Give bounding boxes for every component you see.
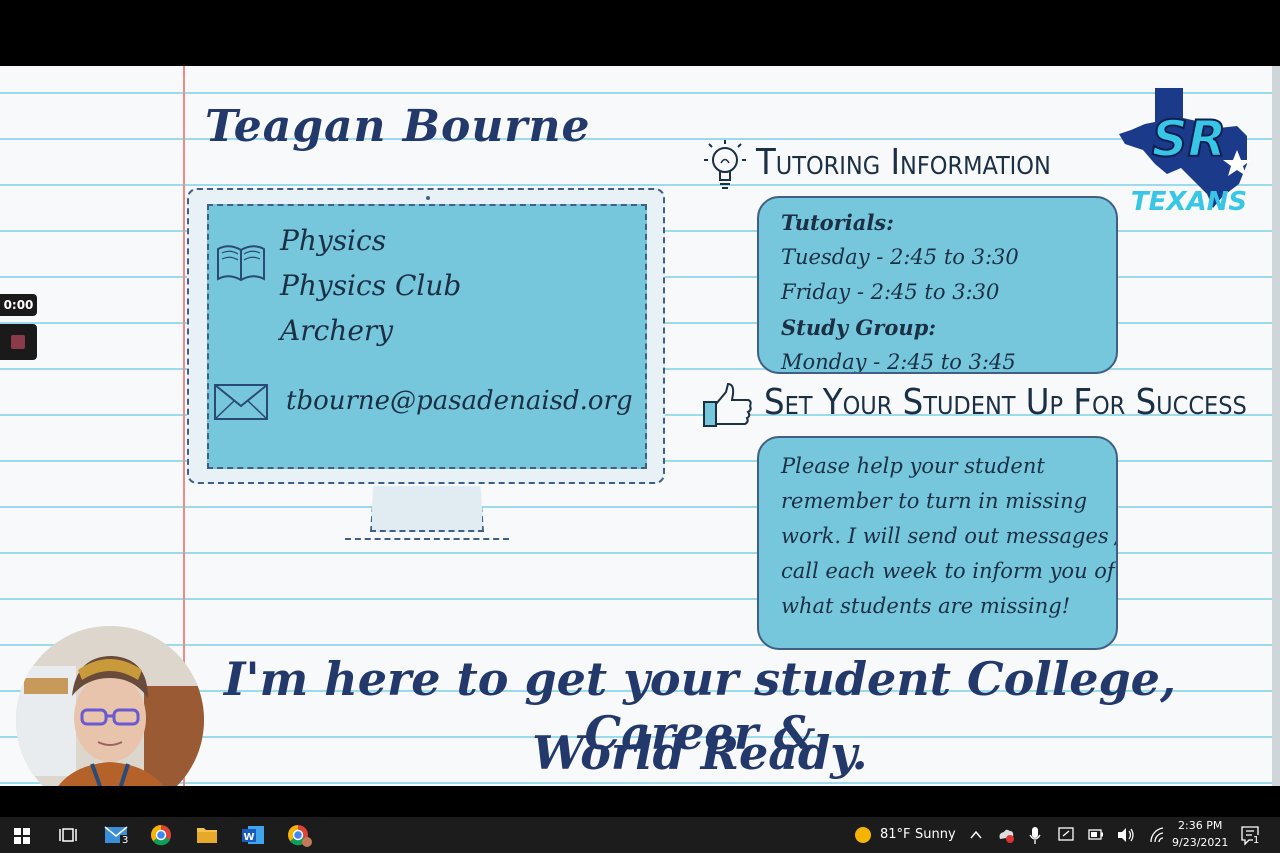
cloud-sync-icon[interactable] bbox=[996, 817, 1016, 853]
monitor-camera-dot bbox=[426, 196, 430, 200]
notification-count: 1 bbox=[1253, 835, 1260, 846]
stop-recording-button[interactable] bbox=[0, 324, 37, 360]
logo-letters: SR bbox=[1152, 110, 1227, 168]
volume-icon[interactable] bbox=[1116, 817, 1136, 853]
monitor-screen bbox=[207, 204, 647, 469]
envelope-icon bbox=[214, 384, 268, 420]
subject-archery: Archery bbox=[280, 314, 394, 347]
bottom-black-bar bbox=[0, 786, 1280, 817]
tutoring-card: Tutorials: Tuesday - 2:45 to 3:30 Friday -… bbox=[757, 196, 1118, 374]
task-view-icon[interactable] bbox=[58, 817, 78, 853]
weather-sun-icon[interactable] bbox=[853, 817, 873, 853]
tutoring-line: Monday - 2:45 to 3:45 bbox=[781, 350, 1016, 374]
stop-icon bbox=[11, 335, 25, 349]
open-book-icon bbox=[217, 245, 265, 282]
success-line: work. I will send out messages / bbox=[781, 524, 1118, 548]
tutoring-line: Friday - 2:45 to 3:30 bbox=[781, 280, 1000, 304]
tutoring-title: Tutoring Information bbox=[756, 142, 1051, 183]
success-line: remember to turn in missing bbox=[781, 489, 1088, 513]
windows-taskbar: 3 W 81°F Sunny 2:36 PM 9/23/2021 1 bbox=[0, 817, 1280, 853]
top-black-bar bbox=[0, 0, 1280, 66]
mail-badge: 3 bbox=[120, 835, 131, 846]
tagline-line-2: World Ready. bbox=[532, 726, 868, 780]
microphone-icon[interactable] bbox=[1028, 817, 1042, 853]
tutoring-line: Tuesday - 2:45 to 3:30 bbox=[781, 245, 1019, 269]
success-line: what students are missing! bbox=[781, 594, 1071, 618]
sr-texans-logo: SR TEXANS bbox=[1119, 88, 1251, 214]
subject-physics-club: Physics Club bbox=[280, 269, 462, 302]
svg-text:W: W bbox=[243, 832, 254, 843]
logo-word: TEXANS bbox=[1131, 187, 1247, 214]
tutoring-line: Tutorials: bbox=[781, 210, 894, 235]
ruled-line bbox=[0, 138, 1272, 140]
recording-timer: 0:00 bbox=[0, 294, 37, 316]
teacher-name: Teagan Bourne bbox=[205, 101, 591, 152]
tutoring-line: Study Group: bbox=[781, 315, 937, 340]
chevron-up-icon[interactable] bbox=[968, 817, 984, 853]
weather-condition[interactable]: Sunny bbox=[915, 827, 956, 842]
monitor-base bbox=[345, 532, 509, 540]
clock-date[interactable]: 9/23/2021 bbox=[1172, 836, 1228, 849]
display-settings-icon[interactable] bbox=[1057, 817, 1075, 853]
wifi-icon[interactable] bbox=[1148, 817, 1166, 853]
chrome-icon[interactable] bbox=[149, 817, 173, 853]
thumbs-up-icon bbox=[703, 382, 752, 427]
ruled-line bbox=[0, 782, 1272, 784]
success-line: Please help your student bbox=[781, 454, 1045, 478]
word-icon[interactable]: W bbox=[240, 817, 266, 853]
file-explorer-icon[interactable] bbox=[195, 817, 219, 853]
chrome-profile-icon[interactable] bbox=[286, 817, 314, 853]
success-line: call each week to inform you of bbox=[781, 559, 1115, 583]
weather-temperature[interactable]: 81°F bbox=[880, 827, 911, 842]
windows-start-icon[interactable] bbox=[12, 817, 32, 853]
success-title: Set Your Student Up For Success bbox=[764, 382, 1247, 423]
slide-edge bbox=[1272, 66, 1280, 786]
monitor-stand bbox=[370, 486, 484, 532]
ruled-line bbox=[0, 184, 1272, 186]
lightbulb-icon bbox=[704, 140, 746, 189]
battery-icon[interactable] bbox=[1087, 817, 1105, 853]
success-card: Please help your student remember to turn… bbox=[757, 436, 1118, 650]
subject-physics: Physics bbox=[280, 224, 387, 257]
clock-time[interactable]: 2:36 PM bbox=[1178, 819, 1222, 832]
email-address: tbourne@pasadenaisd.org bbox=[286, 386, 633, 416]
ruled-line bbox=[0, 92, 1272, 94]
